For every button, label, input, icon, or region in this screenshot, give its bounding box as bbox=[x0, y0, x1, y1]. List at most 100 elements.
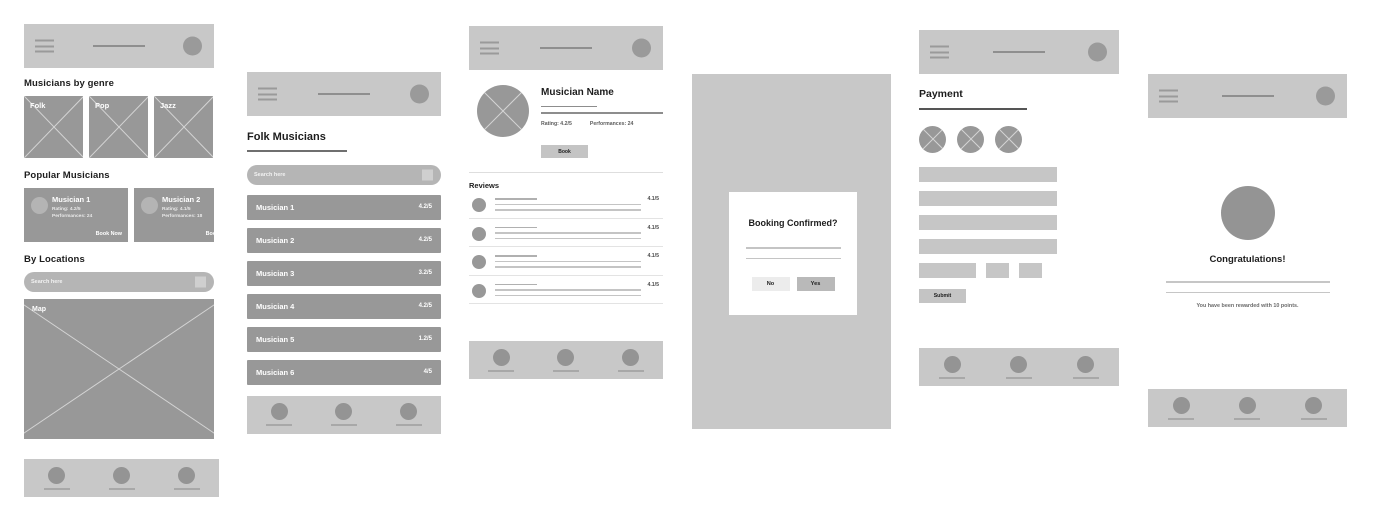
tab-label-placeholder bbox=[395, 424, 422, 427]
submit-button[interactable]: Submit bbox=[919, 288, 966, 303]
tab-item-1[interactable] bbox=[478, 348, 524, 372]
payment-field[interactable] bbox=[919, 214, 1057, 230]
tab-item-1[interactable] bbox=[929, 355, 975, 379]
reviews-list: 4.1/5 4.1/5 4.1/5 4.1/5 bbox=[469, 190, 663, 304]
appbar-title-placeholder bbox=[318, 93, 370, 95]
tab-item-3[interactable] bbox=[608, 348, 654, 372]
genre-card-pop[interactable]: Pop bbox=[89, 96, 148, 158]
bottom-nav-home bbox=[24, 459, 219, 497]
map-placeholder[interactable]: Map bbox=[24, 299, 214, 439]
appbar-title-placeholder bbox=[1221, 95, 1274, 97]
payment-method-icon[interactable] bbox=[995, 125, 1022, 153]
tab-circle-icon bbox=[1077, 355, 1095, 373]
reviews-title: Reviews bbox=[469, 181, 500, 190]
search-input[interactable]: Search here bbox=[24, 272, 214, 292]
no-button[interactable]: No bbox=[751, 277, 790, 292]
musician-photo bbox=[477, 85, 529, 137]
book-now-button[interactable]: Book Now bbox=[206, 231, 214, 237]
tab-circle-icon bbox=[400, 403, 418, 421]
tab-item-2[interactable] bbox=[996, 355, 1042, 379]
payment-field[interactable] bbox=[919, 190, 1057, 206]
review-item: 4.1/5 bbox=[469, 276, 663, 304]
avatar-icon[interactable] bbox=[183, 36, 202, 56]
musician-name: Musician 2 bbox=[256, 235, 295, 245]
tab-item-2[interactable] bbox=[543, 348, 589, 372]
map-label: Map bbox=[32, 306, 46, 313]
hamburger-icon[interactable] bbox=[480, 41, 499, 55]
avatar-icon[interactable] bbox=[1316, 86, 1335, 106]
success-badge-icon bbox=[1220, 186, 1275, 240]
avatar-icon[interactable] bbox=[410, 84, 429, 104]
hamburger-icon[interactable] bbox=[35, 39, 54, 53]
appbar-payment bbox=[919, 30, 1119, 74]
list-item[interactable]: Musician 5 1.2/5 bbox=[247, 326, 441, 352]
search-icon[interactable] bbox=[195, 276, 206, 288]
payment-method-icon[interactable] bbox=[957, 125, 984, 153]
musician-name: Musician Name bbox=[541, 87, 614, 98]
list-item[interactable]: Musician 3 3.2/5 bbox=[247, 260, 441, 286]
tab-label-placeholder bbox=[488, 369, 515, 372]
book-button[interactable]: Book bbox=[541, 145, 588, 158]
section-divider bbox=[469, 172, 663, 173]
tab-item-1[interactable] bbox=[1158, 396, 1204, 420]
bottom-nav-folk bbox=[247, 395, 441, 434]
tab-circle-icon bbox=[270, 403, 288, 421]
list-item[interactable]: Musician 1 4.2/5 bbox=[247, 194, 441, 220]
hero-divider bbox=[541, 112, 663, 114]
locations-section-title: By Locations bbox=[24, 254, 85, 265]
name-underline bbox=[541, 106, 597, 108]
tab-item-2[interactable] bbox=[321, 403, 367, 427]
tab-label-placeholder bbox=[1072, 376, 1099, 379]
review-score: 4.1/5 bbox=[647, 196, 659, 202]
list-item[interactable]: Musician 2 4.2/5 bbox=[247, 227, 441, 253]
avatar-icon[interactable] bbox=[632, 38, 651, 58]
payment-field-expiry[interactable] bbox=[919, 262, 976, 278]
genre-card-list: Folk Pop Jazz bbox=[24, 96, 214, 158]
reward-note: You have been rewarded with 10 points. bbox=[1196, 303, 1299, 310]
avatar-icon[interactable] bbox=[1088, 42, 1107, 62]
musician-name: Musician 4 bbox=[256, 301, 295, 311]
tab-item-3[interactable] bbox=[164, 466, 210, 490]
list-item[interactable]: Musician 4 4.2/5 bbox=[247, 293, 441, 319]
payment-field-month[interactable] bbox=[986, 262, 1009, 278]
book-now-button[interactable]: Book Now bbox=[96, 231, 122, 237]
bottom-nav-detail bbox=[469, 341, 663, 379]
hamburger-icon[interactable] bbox=[258, 87, 277, 101]
musician-name: Musician 6 bbox=[256, 367, 295, 377]
payment-field[interactable] bbox=[919, 238, 1057, 254]
search-input[interactable]: Search here bbox=[247, 164, 441, 185]
list-item[interactable]: Musician 6 4/5 bbox=[247, 359, 441, 385]
tab-item-3[interactable] bbox=[386, 403, 432, 427]
tab-item-2[interactable] bbox=[99, 466, 145, 490]
page-title: Payment bbox=[919, 88, 963, 100]
hamburger-icon[interactable] bbox=[930, 45, 949, 59]
tab-item-1[interactable] bbox=[256, 403, 302, 427]
payment-method-icon[interactable] bbox=[919, 125, 946, 153]
genre-card-jazz[interactable]: Jazz bbox=[154, 96, 213, 158]
genre-card-label: Pop bbox=[95, 101, 110, 110]
tab-item-2[interactable] bbox=[1224, 396, 1270, 420]
tab-label-placeholder bbox=[1005, 376, 1032, 379]
tab-item-3[interactable] bbox=[1063, 355, 1109, 379]
yes-button[interactable]: Yes bbox=[796, 277, 835, 292]
musician-rating: Rating: 4.2/5 bbox=[52, 206, 81, 212]
genre-card-folk[interactable]: Folk bbox=[24, 96, 83, 158]
payment-field[interactable] bbox=[919, 166, 1057, 182]
tab-circle-icon bbox=[943, 355, 961, 373]
congrats-line bbox=[1165, 281, 1330, 283]
musician-rating: Rating: 4.1/5 bbox=[162, 206, 191, 212]
review-score: 4.1/5 bbox=[647, 253, 659, 259]
tab-label-placeholder bbox=[330, 424, 357, 427]
popular-musician-card[interactable]: Musician 1 Rating: 4.2/5 Performances: 2… bbox=[24, 188, 128, 242]
popular-musician-card[interactable]: Musician 2 Rating: 4.1/5 Performances: 1… bbox=[134, 188, 214, 242]
hamburger-icon[interactable] bbox=[1159, 89, 1178, 103]
confirm-dialog: Booking Confirmed? No Yes bbox=[729, 192, 857, 315]
screen-folk-musicians: Folk Musicians Search here Musician 1 4.… bbox=[247, 72, 441, 434]
tab-item-3[interactable] bbox=[1291, 396, 1337, 420]
tab-item-1[interactable] bbox=[34, 466, 80, 490]
popular-musician-list: Musician 1 Rating: 4.2/5 Performances: 2… bbox=[24, 188, 214, 242]
payment-field-cvv[interactable] bbox=[1019, 262, 1042, 278]
tab-circle-icon bbox=[1238, 396, 1256, 414]
avatar-icon bbox=[472, 226, 486, 241]
search-icon[interactable] bbox=[422, 169, 433, 181]
